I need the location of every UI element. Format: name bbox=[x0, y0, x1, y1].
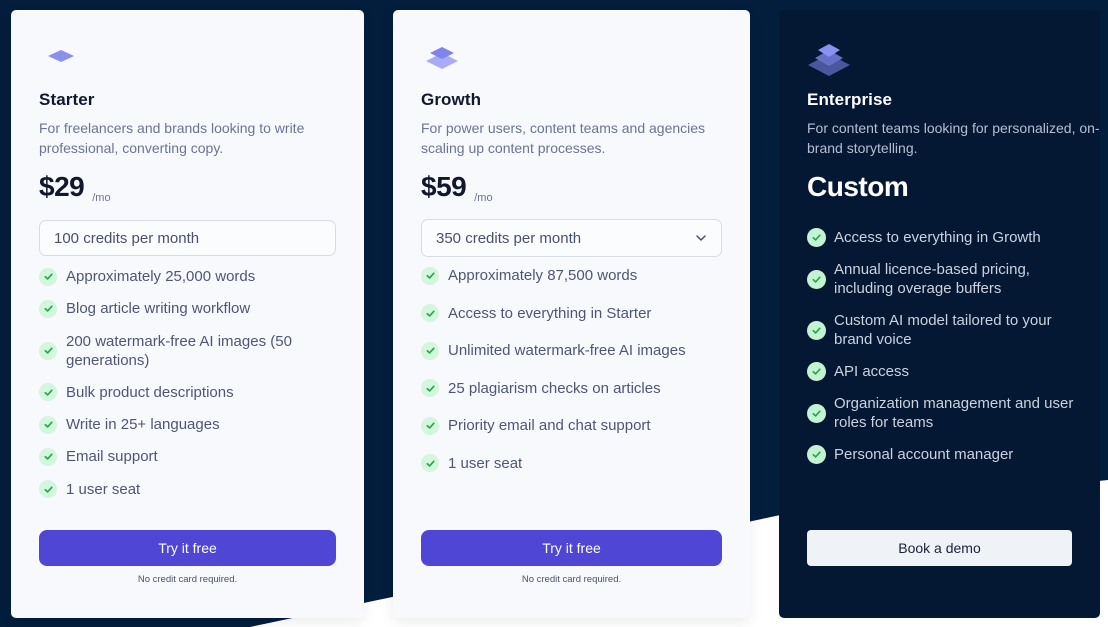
check-icon bbox=[39, 383, 57, 402]
feature-item: Blog article writing workflow bbox=[39, 299, 339, 318]
plan-price: $29 bbox=[39, 171, 85, 202]
check-icon bbox=[39, 341, 57, 360]
feature-item: Unlimited watermark-free AI images bbox=[421, 341, 721, 360]
feature-item: Access to everything in Starter bbox=[421, 304, 721, 323]
feature-item: 25 plagiarism checks on articles bbox=[421, 379, 721, 398]
plan-price: Custom bbox=[807, 171, 909, 202]
cta-note: No credit card required. bbox=[521, 574, 622, 585]
feature-item: Priority email and chat support bbox=[421, 416, 721, 435]
credits-select[interactable]: 350 credits per month bbox=[421, 219, 722, 257]
plan-description: For power users, content teams and agenc… bbox=[421, 120, 706, 156]
plan-name: Growth bbox=[421, 90, 482, 109]
price-row: $59 /mo bbox=[421, 170, 493, 204]
check-icon bbox=[421, 379, 439, 398]
check-icon bbox=[39, 447, 57, 466]
feature-item: Approximately 87,500 words bbox=[421, 266, 721, 285]
chevron-down-icon[interactable] bbox=[695, 234, 707, 242]
check-icon bbox=[807, 362, 826, 381]
price-period: /mo bbox=[92, 192, 111, 204]
book-demo-button[interactable]: Book a demo bbox=[807, 530, 1072, 566]
check-icon bbox=[807, 403, 826, 423]
cta-note: No credit card required. bbox=[137, 574, 238, 585]
price-row: $29 /mo bbox=[39, 170, 111, 204]
feature-item: Organization management and user roles f… bbox=[807, 394, 1087, 432]
single-layer-icon bbox=[48, 50, 74, 62]
check-icon bbox=[39, 267, 57, 286]
credits-value: 350 credits per month bbox=[436, 229, 582, 247]
check-icon bbox=[421, 416, 439, 435]
plan-card-starter: Starter For freelancers and brands looki… bbox=[11, 10, 364, 618]
check-icon bbox=[39, 415, 57, 434]
plan-card-growth: Growth For power users, content teams an… bbox=[393, 10, 750, 618]
feature-list: Approximately 87,500 words Access to eve… bbox=[421, 266, 721, 492]
triple-layer-icon bbox=[808, 44, 850, 76]
feature-item: Approximately 25,000 words bbox=[39, 267, 339, 286]
check-icon bbox=[807, 228, 826, 247]
feature-item: 200 watermark-free AI images (50 generat… bbox=[39, 332, 339, 370]
check-icon bbox=[39, 299, 57, 318]
feature-item: Annual licence-based pricing, including … bbox=[807, 260, 1087, 298]
check-icon bbox=[807, 320, 826, 340]
feature-list: Access to everything in Growth Annual li… bbox=[807, 228, 1087, 477]
feature-item: Email support bbox=[39, 447, 339, 466]
plan-description: For content teams looking for personaliz… bbox=[807, 120, 1100, 156]
check-icon bbox=[421, 266, 439, 285]
feature-item: 1 user seat bbox=[421, 454, 721, 473]
check-icon bbox=[421, 304, 439, 323]
price-row: Custom bbox=[807, 170, 909, 204]
feature-item: Write in 25+ languages bbox=[39, 415, 339, 434]
check-icon bbox=[421, 454, 439, 473]
feature-item: Custom AI model tailored to your brand v… bbox=[807, 311, 1087, 349]
plan-name: Starter bbox=[39, 90, 95, 109]
try-free-button[interactable]: Try it free bbox=[39, 530, 336, 566]
check-icon bbox=[807, 445, 826, 464]
check-icon bbox=[39, 480, 57, 499]
credits-value: 100 credits per month bbox=[54, 229, 200, 247]
feature-item: 1 user seat bbox=[39, 480, 339, 499]
check-icon bbox=[807, 269, 826, 289]
double-layer-icon bbox=[426, 47, 458, 69]
feature-item: Personal account manager bbox=[807, 445, 1087, 464]
plan-description: For freelancers and brands looking to wr… bbox=[39, 120, 305, 156]
feature-item: Access to everything in Growth bbox=[807, 228, 1087, 247]
check-icon bbox=[421, 341, 439, 360]
price-period: /mo bbox=[474, 192, 493, 204]
feature-item: Bulk product descriptions bbox=[39, 383, 339, 402]
plan-price: $59 bbox=[421, 171, 467, 202]
credits-field[interactable]: 100 credits per month bbox=[39, 220, 336, 256]
feature-list: Approximately 25,000 words Blog article … bbox=[39, 267, 339, 512]
plan-card-enterprise: Enterprise For content teams looking for… bbox=[779, 10, 1100, 618]
try-free-button[interactable]: Try it free bbox=[421, 530, 722, 566]
feature-item: API access bbox=[807, 362, 1087, 381]
plan-name: Enterprise bbox=[807, 90, 893, 109]
